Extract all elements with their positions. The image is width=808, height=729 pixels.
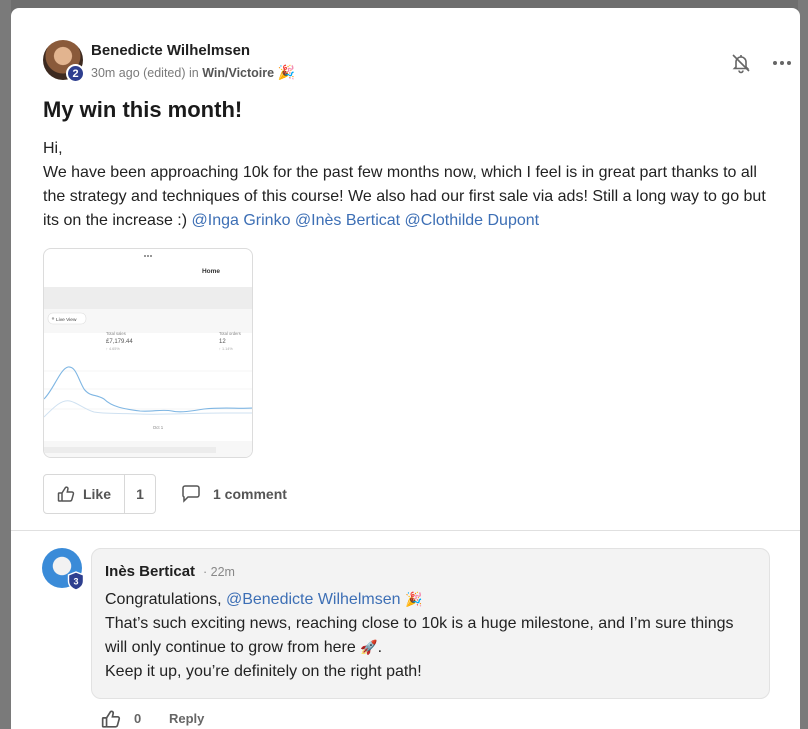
party-emoji: 🎉 xyxy=(277,65,296,81)
attachment-total-orders-delta: ↑ 1.14% xyxy=(219,347,233,351)
comment-line-2: That’s such exciting news, reaching clos… xyxy=(105,612,755,660)
mention-link[interactable]: @Inga Grinko xyxy=(192,212,291,229)
shield-badge-icon: 3 xyxy=(67,571,85,591)
like-button[interactable]: Like xyxy=(44,475,125,513)
rocket-emoji: 🚀 xyxy=(360,640,378,656)
post-actions: Like 1 1 comment xyxy=(43,474,443,514)
attachment-total-sales-label: Total sales xyxy=(106,331,126,336)
mention-link[interactable]: @Inès Berticat xyxy=(295,212,400,229)
author-name[interactable]: Benedicte Wilhelmsen xyxy=(91,42,250,59)
author-level-badge: 2 xyxy=(66,64,85,83)
post-body: Hi, We have been approaching 10k for the… xyxy=(43,137,773,233)
like-label: Like xyxy=(82,486,111,502)
attachment-home-label: Home xyxy=(202,268,220,275)
thumbs-up-icon[interactable] xyxy=(101,709,121,729)
comment-time: · 22m xyxy=(203,565,235,579)
attachment-total-sales-value: £7,179.44 xyxy=(106,339,133,345)
comment-count-button[interactable]: 1 comment xyxy=(181,474,287,514)
post-modal: 2 Benedicte Wilhelmsen 30m ago (edited) … xyxy=(11,8,800,729)
commenter-level: 3 xyxy=(73,577,78,587)
thumbs-up-icon xyxy=(57,486,75,502)
post-header: 2 Benedicte Wilhelmsen 30m ago (edited) … xyxy=(43,40,791,83)
comment-actions: 0 Reply xyxy=(101,708,301,729)
post-category[interactable]: Win/Victoire xyxy=(202,66,274,80)
mention-link[interactable]: @Clothilde Dupont xyxy=(405,212,540,229)
comment-like-count: 0 xyxy=(134,711,142,726)
attachment-total-orders-label: Total orders xyxy=(219,331,241,336)
comment-bubble: Inès Berticat · 22m Congratulations, @Be… xyxy=(91,548,770,699)
comment-mention-link[interactable]: @Benedicte Wilhelmsen xyxy=(226,591,401,608)
attachment-image[interactable]: Home Live View Total sales £7,179.44 ↑ 4… xyxy=(43,248,253,458)
background-page-left xyxy=(0,0,11,729)
attachment-screenshot-graphic: Home Live View Total sales £7,179.44 ↑ 4… xyxy=(44,255,252,457)
post-time: 30m ago (edited) in xyxy=(91,66,203,80)
like-group: Like 1 xyxy=(43,474,156,514)
reply-button[interactable]: Reply xyxy=(169,711,204,726)
divider xyxy=(11,530,800,531)
comment-bubble-icon xyxy=(182,485,200,503)
comment-line-1: Congratulations, @Benedicte Wilhelmsen 🎉 xyxy=(105,588,755,612)
post-greeting: Hi, xyxy=(43,140,63,157)
attachment-live-view: Live View xyxy=(56,317,77,323)
post-meta: 30m ago (edited) in Win/Victoire 🎉 xyxy=(91,65,295,81)
attachment-x-label: Oct 1 xyxy=(153,425,164,430)
comment-count-label: 1 comment xyxy=(213,486,287,502)
comment-line-3: Keep it up, you’re definitely on the rig… xyxy=(105,663,422,680)
bell-off-icon[interactable] xyxy=(730,52,752,74)
comment-text: Congratulations, @Benedicte Wilhelmsen 🎉… xyxy=(105,588,755,684)
like-count[interactable]: 1 xyxy=(125,486,155,502)
comment-line2-end: . xyxy=(377,639,383,656)
post-title: My win this month! xyxy=(43,97,243,122)
post-text: We have been approaching 10k for the pas… xyxy=(43,161,773,233)
attachment-total-sales-delta: ↑ 4.65% xyxy=(106,347,120,351)
comment-line1-prefix: Congratulations, xyxy=(105,591,226,608)
comment-author[interactable]: Inès Berticat xyxy=(105,563,195,580)
more-horizontal-icon[interactable] xyxy=(770,52,794,74)
comment-line2-text: That’s such exciting news, reaching clos… xyxy=(105,615,734,656)
party-emoji: 🎉 xyxy=(404,592,423,608)
attachment-total-orders-value: 12 xyxy=(219,339,226,345)
